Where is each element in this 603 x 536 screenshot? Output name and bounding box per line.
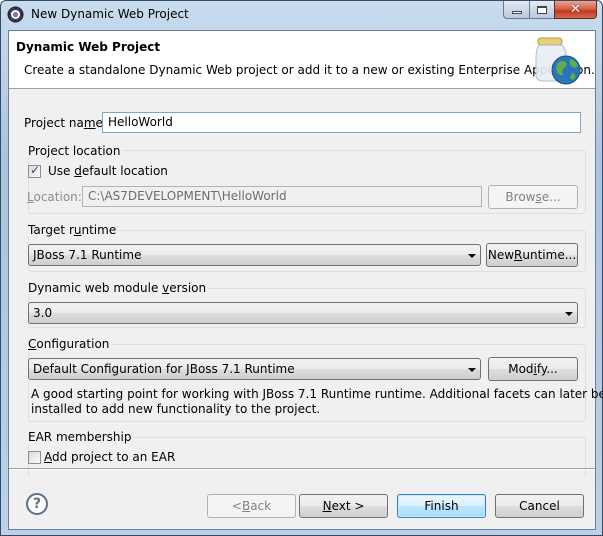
maximize-icon: [537, 5, 547, 14]
window-controls: ✕: [503, 1, 597, 19]
dropdown-arrow-icon: [468, 368, 476, 372]
new-runtime-button[interactable]: New Runtime...: [486, 243, 578, 267]
target-runtime-legend: Target runtime: [26, 223, 119, 237]
module-version-legend: Dynamic web module version: [26, 281, 209, 295]
configuration-description-line2: installed to add new functionality to th…: [31, 402, 321, 416]
add-to-ear-label[interactable]: Add project to an EAR: [44, 450, 175, 464]
footer-separator: [9, 468, 595, 470]
window-title: New Dynamic Web Project: [31, 7, 189, 21]
page-title: Dynamic Web Project: [16, 40, 161, 54]
ear-membership-legend: EAR membership: [26, 430, 134, 444]
location-label: Location:: [27, 190, 82, 204]
module-version-select[interactable]: 3.0: [28, 302, 578, 324]
configuration-description-line1: A good starting point for working with J…: [31, 387, 603, 401]
dropdown-arrow-icon: [565, 312, 573, 316]
cancel-button[interactable]: Cancel: [495, 494, 584, 518]
add-to-ear-checkbox[interactable]: [28, 451, 41, 464]
use-default-location-checkbox[interactable]: ✓: [28, 163, 41, 178]
maximize-button[interactable]: [529, 1, 554, 19]
configuration-select[interactable]: Default Configuration for JBoss 7.1 Runt…: [28, 358, 481, 380]
project-name-label: Project name:: [24, 116, 107, 130]
checkmark-icon: ✓: [30, 163, 41, 177]
title-bar[interactable]: New Dynamic Web Project ✕: [1, 1, 602, 29]
dropdown-arrow-icon: [468, 254, 476, 258]
configuration-legend: Configuration: [26, 337, 112, 351]
eclipse-app-icon: [7, 6, 24, 23]
back-button[interactable]: < Back: [207, 494, 296, 518]
target-runtime-select[interactable]: JBoss 7.1 Runtime: [28, 244, 481, 266]
minimize-button[interactable]: [503, 1, 529, 19]
web-project-jar-globe-icon: [535, 37, 581, 85]
help-icon[interactable]: ?: [26, 493, 48, 515]
project-location-legend: Project location: [26, 144, 123, 158]
use-default-location-label[interactable]: Use default location: [48, 164, 168, 178]
minimize-icon: [511, 11, 522, 14]
location-input[interactable]: C:\AS7DEVELOPMENT\HelloWorld: [82, 186, 482, 207]
close-button[interactable]: ✕: [554, 1, 597, 19]
browse-button[interactable]: Brow s e...: [488, 185, 578, 209]
page-description: Create a standalone Dynamic Web project …: [24, 63, 595, 77]
modify-button[interactable]: Mod i fy...: [488, 357, 578, 381]
dialog-body: Dynamic Web Project Create a standalone …: [8, 30, 603, 530]
dialog-window: New Dynamic Web Project ✕ Dynamic Web Pr…: [0, 0, 603, 536]
wizard-banner: Dynamic Web Project Create a standalone …: [9, 31, 595, 89]
finish-button[interactable]: Finish: [397, 494, 486, 518]
next-button[interactable]: Next >: [299, 494, 388, 518]
close-icon: ✕: [570, 2, 581, 17]
project-name-input[interactable]: HelloWorld: [102, 112, 581, 133]
